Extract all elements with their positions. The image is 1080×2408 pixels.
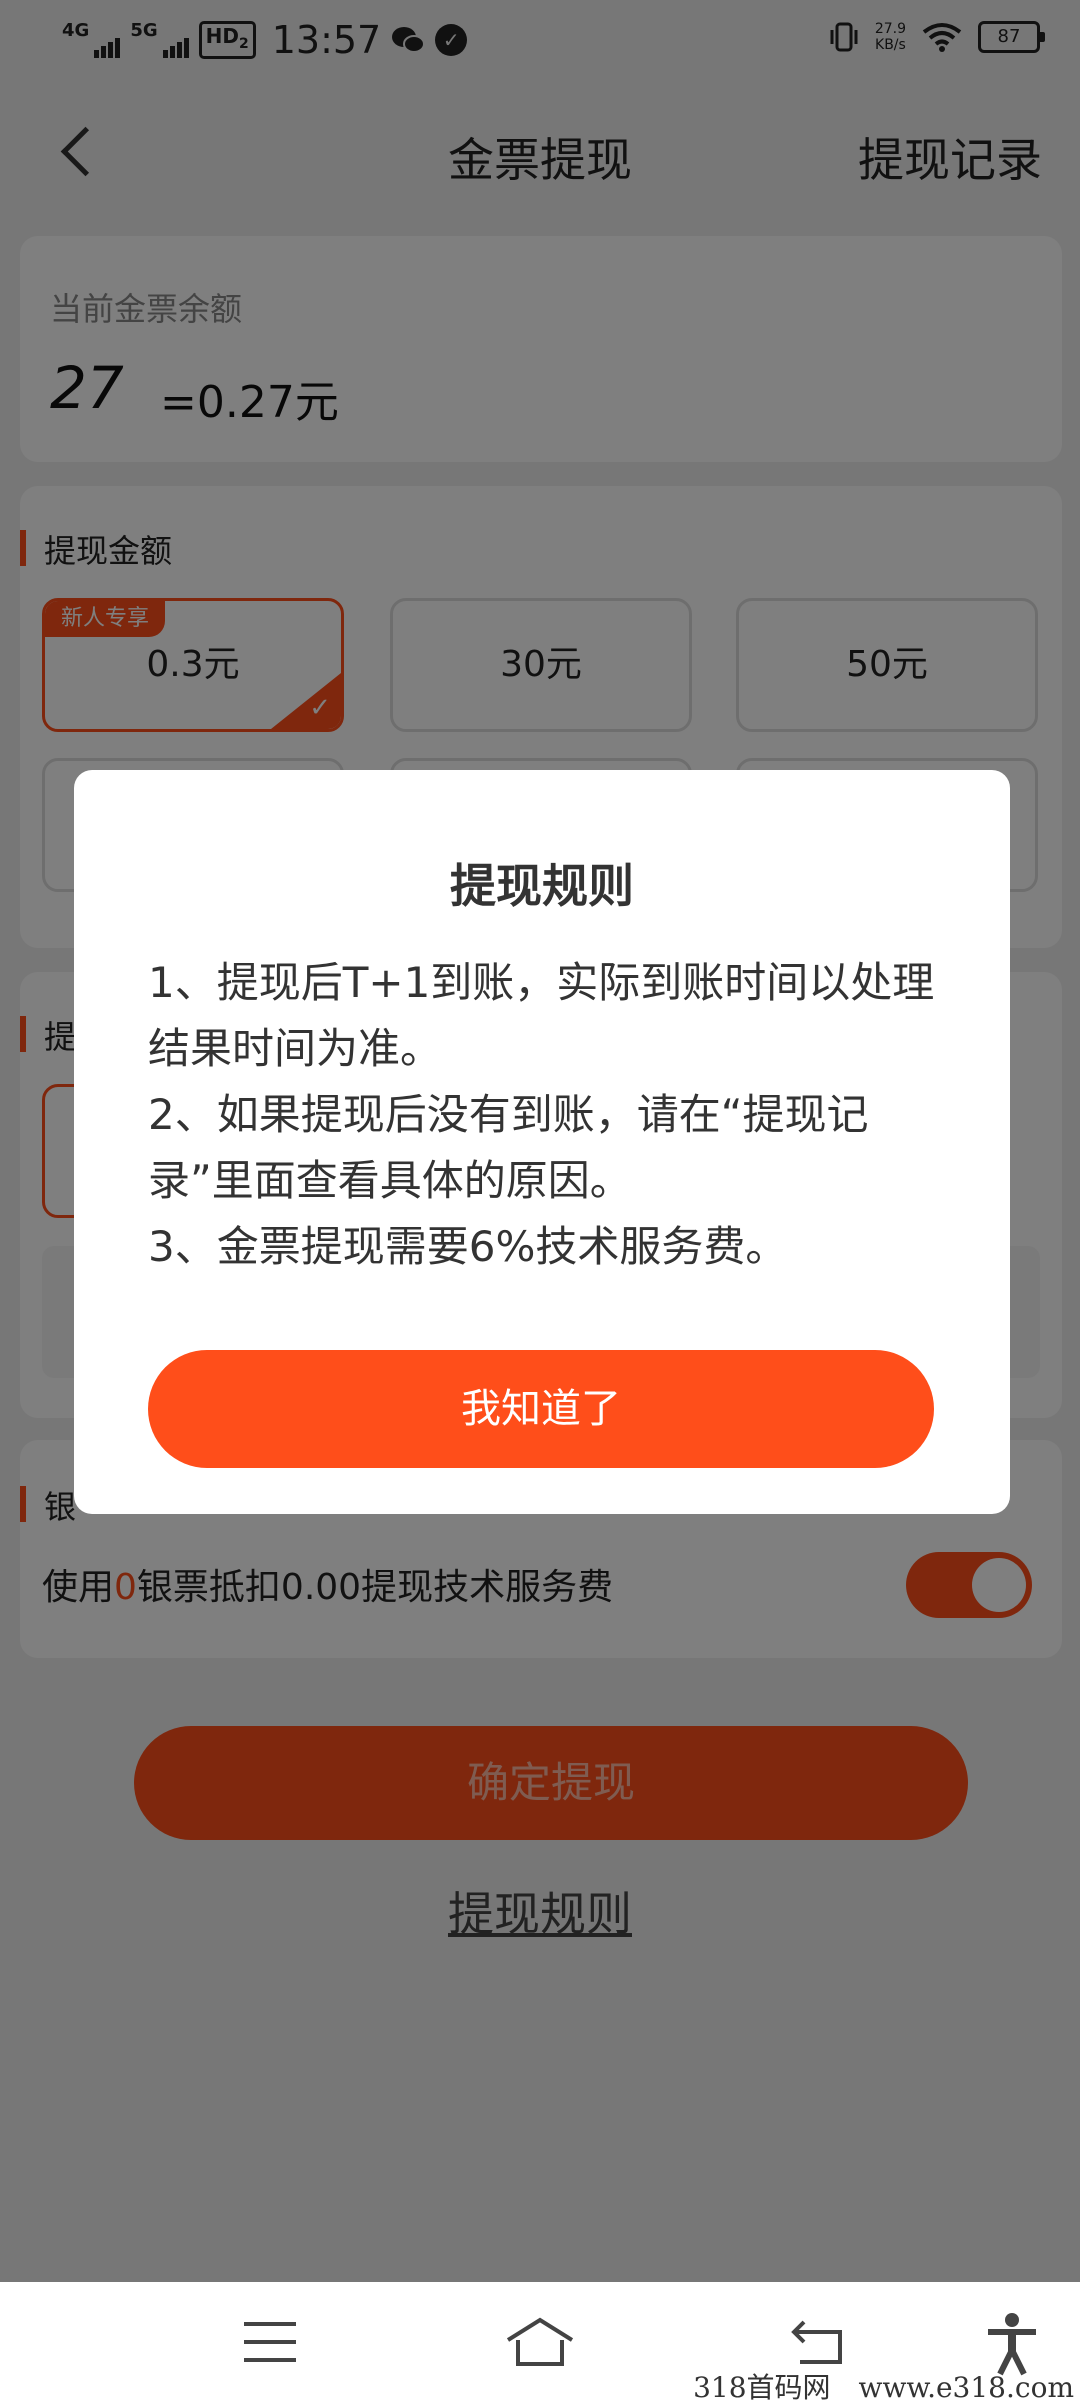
system-nav-bar: 318首码网 www.e318.com	[0, 2282, 1080, 2408]
home-icon[interactable]	[504, 2316, 576, 2370]
rule-line: 3、金票提现需要6%技术服务费。	[148, 1222, 788, 1271]
watermark: 318首码网 www.e318.com	[693, 2371, 1074, 2404]
acknowledge-button[interactable]: 我知道了	[148, 1350, 934, 1468]
rule-line: 1、提现后T+1到账，实际到账时间以处理结果时间为准。	[148, 958, 935, 1073]
back-nav-icon[interactable]	[790, 2316, 850, 2370]
rule-line: 2、如果提现后没有到账，请在“提现记录”里面查看具体的原因。	[148, 1090, 869, 1205]
rules-dialog: 提现规则 1、提现后T+1到账，实际到账时间以处理结果时间为准。 2、如果提现后…	[74, 770, 1010, 1514]
menu-icon[interactable]	[244, 2322, 296, 2362]
dialog-body: 1、提现后T+1到账，实际到账时间以处理结果时间为准。 2、如果提现后没有到账，…	[148, 950, 940, 1280]
dialog-title: 提现规则	[450, 859, 634, 913]
